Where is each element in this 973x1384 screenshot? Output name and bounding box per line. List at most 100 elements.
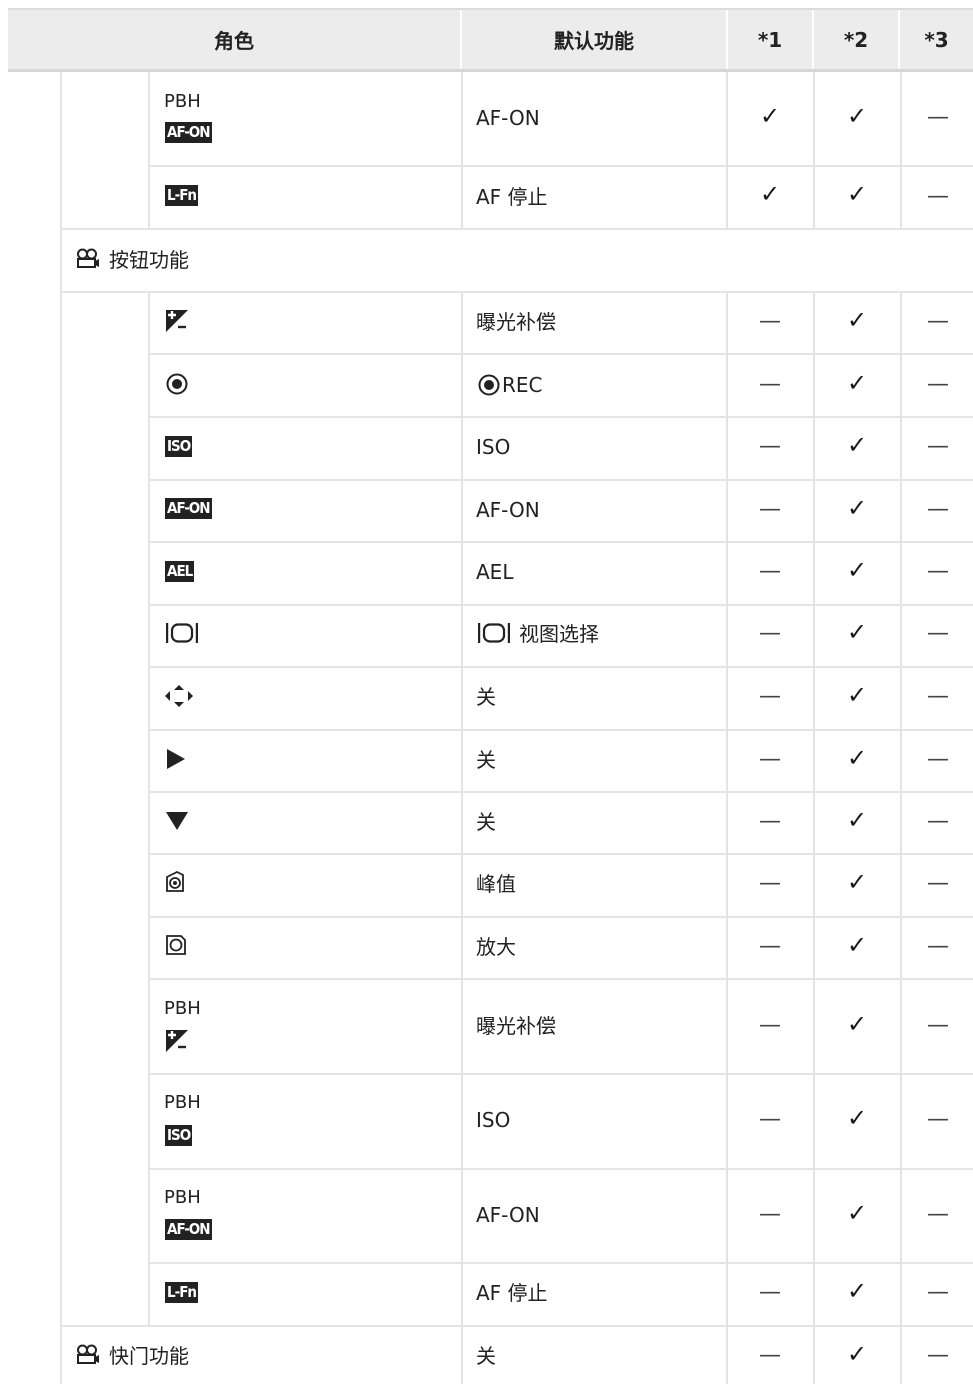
movie-icon [77,248,99,268]
check-icon: ✓ [846,102,868,130]
grid-line [148,72,150,228]
dash-icon: — [759,747,781,772]
l-fn-icon: L-Fn [165,1282,199,1303]
grid-line [60,291,973,293]
dash-icon: — [927,684,949,709]
function-text: AF 停止 [476,1281,548,1305]
grid-line [148,165,973,167]
check-icon: ✓ [846,1199,868,1227]
dash-icon: — [759,1013,781,1038]
function-text: ISO [476,435,511,459]
function-text: 曝光补偿 [476,1014,556,1038]
dash-icon: — [927,747,949,772]
view-select-icon [478,623,510,643]
dash-icon: — [927,871,949,896]
dash-icon: — [927,184,949,209]
check-icon: ✓ [846,556,868,584]
function-text: AF-ON [476,106,540,130]
grid-line [900,291,902,1384]
dash-icon: — [927,1013,949,1038]
view-select-icon [166,623,198,643]
exposure-comp-icon [166,1030,188,1052]
dash-icon: — [927,309,949,334]
down-triangle-icon [166,812,188,830]
record-icon [478,374,500,396]
check-icon: ✓ [759,102,781,130]
check-icon: ✓ [846,369,868,397]
grid-line [60,228,973,230]
grid-line [148,666,973,668]
section-title: 按钮功能 [109,248,189,272]
header-col1: *1 [728,10,814,69]
header-default-function: 默认功能 [462,10,728,69]
dash-icon: — [927,497,949,522]
exposure-comp-icon [166,310,188,332]
dash-icon: — [759,1202,781,1227]
dash-icon: — [759,559,781,584]
grid-line [148,604,973,606]
af-on-icon: AF-ON [165,498,212,519]
af-on-icon: AF-ON [165,1219,212,1240]
grid-line [148,978,973,980]
dash-icon: — [927,1107,949,1132]
function-text: REC [502,373,543,397]
dash-icon: — [759,434,781,459]
dash-icon: — [759,1280,781,1305]
function-text: 关 [476,748,496,772]
function-text: 关 [476,810,496,834]
grid-line [148,541,973,543]
peaking-icon [166,871,184,892]
check-icon: ✓ [846,1010,868,1038]
grid-line [148,916,973,918]
function-text: 视图选择 [519,622,599,646]
function-text: 放大 [476,935,516,959]
grid-line [60,72,62,1384]
header-role: 角色 [8,10,462,69]
check-icon: ✓ [846,494,868,522]
ael-icon: AEL [165,561,195,582]
check-icon: ✓ [846,306,868,334]
table-header: 角色 默认功能 *1 *2 *3 [8,8,973,72]
function-text: AF-ON [476,1203,540,1227]
check-icon: ✓ [846,1277,868,1305]
dash-icon: — [759,871,781,896]
grid-line [813,72,815,228]
magnify-icon [166,935,186,955]
grid-line [461,72,463,228]
af-on-icon: AF-ON [165,122,212,143]
function-text: 曝光补偿 [476,310,556,334]
dash-icon: — [759,372,781,397]
dash-icon: — [759,809,781,834]
check-icon: ✓ [846,431,868,459]
grid-line [148,1168,973,1170]
l-fn-icon: L-Fn [165,185,199,206]
function-text: ISO [476,1108,511,1132]
dash-icon: — [927,559,949,584]
check-icon: ✓ [846,744,868,772]
function-text: 峰值 [476,872,516,896]
dash-icon: — [927,434,949,459]
dash-icon: — [759,684,781,709]
grid-line [813,291,815,1384]
header-col2: *2 [814,10,900,69]
dash-icon: — [927,1202,949,1227]
check-icon: ✓ [846,618,868,646]
dash-icon: — [759,934,781,959]
dash-icon: — [927,934,949,959]
dash-icon: — [927,1280,949,1305]
check-icon: ✓ [846,1104,868,1132]
function-text: 关 [476,685,496,709]
header-col3: *3 [924,27,949,52]
arrow-pad-icon [165,685,193,707]
dash-icon: — [927,105,949,130]
dash-icon: — [927,621,949,646]
dash-icon: — [759,621,781,646]
pbh-label: PBH [164,1187,201,1208]
check-icon: ✓ [846,1340,868,1368]
grid-line [148,1262,973,1264]
iso-icon: ISO [165,436,193,457]
check-icon: ✓ [846,931,868,959]
grid-line [900,72,902,228]
dash-icon: — [927,1343,949,1368]
check-icon: ✓ [759,180,781,208]
